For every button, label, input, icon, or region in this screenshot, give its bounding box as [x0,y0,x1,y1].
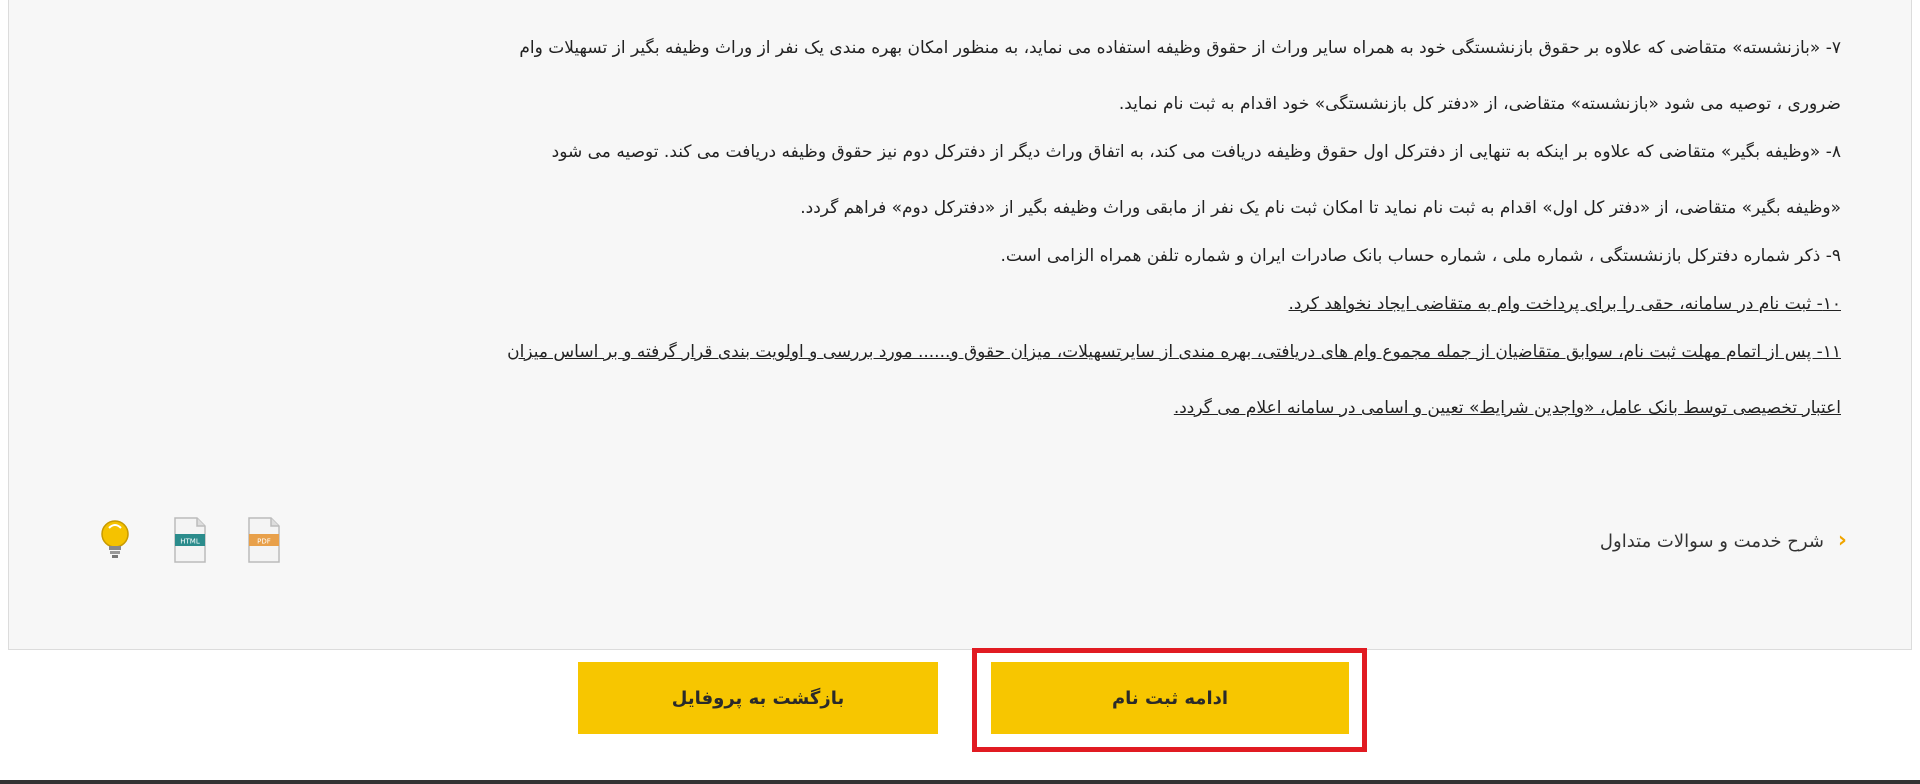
svg-text:PDF: PDF [257,538,271,546]
file-icons-group: HTML PDF [95,516,283,564]
rule-8-line-1: ۸- «وظیفه بگیر» متقاضی که علاوه بر اینکه… [551,142,1841,162]
back-to-profile-button[interactable]: بازگشت به پروفایل [578,662,938,734]
rule-11-line-2: اعتبار تخصیصی توسط بانک عامل، «واجدین شر… [1173,398,1841,418]
rule-7-line-1: ۷- «بازنشسته» متقاضی که علاوه بر حقوق با… [519,38,1841,58]
rule-8: ۸- «وظیفه بگیر» متقاضی که علاوه بر اینکه… [61,140,1841,221]
faq-label: شرح خدمت و سوالات متداول [1599,530,1824,552]
rule-7: ۷- «بازنشسته» متقاضی که علاوه بر حقوق با… [61,36,1841,117]
continue-registration-button[interactable]: ادامه ثبت نام [991,662,1349,734]
rule-9: ۹- ذکر شماره دفترکل بازنشستگی ، شماره مل… [61,244,1841,269]
rules-list: ۷- «بازنشسته» متقاضی که علاوه بر حقوق با… [61,36,1841,444]
pdf-file-icon[interactable]: PDF [243,516,283,564]
faq-toggle[interactable]: ‹ شرح خدمت و سوالات متداول [1600,530,1847,552]
page: ۷- «بازنشسته» متقاضی که علاوه بر حقوق با… [0,0,1920,784]
chevron-left-icon: ‹ [1837,528,1847,553]
rules-panel: ۷- «بازنشسته» متقاضی که علاوه بر حقوق با… [8,0,1912,650]
rule-9-text: ۹- ذکر شماره دفترکل بازنشستگی ، شماره مل… [1000,246,1841,266]
rule-10: ۱۰- ثبت نام در سامانه، حقی را برای پرداخ… [61,292,1841,317]
rule-8-line-2: «وظیفه بگیر» متقاضی، از «دفتر کل اول» اق… [800,198,1841,218]
rule-10-text: ۱۰- ثبت نام در سامانه، حقی را برای پرداخ… [1288,294,1841,314]
rule-11-line-1: ۱۱- پس از اتمام مهلت ثبت نام، سوابق متقا… [507,342,1841,362]
lightbulb-icon[interactable] [95,516,135,564]
svg-text:HTML: HTML [180,538,200,546]
rule-11: ۱۱- پس از اتمام مهلت ثبت نام، سوابق متقا… [61,340,1841,421]
html-file-icon[interactable]: HTML [169,516,209,564]
bottom-divider [0,780,1920,784]
rule-7-line-2: ضروری ، توصیه می شود «بازنشسته» متقاضی، … [1118,94,1841,114]
